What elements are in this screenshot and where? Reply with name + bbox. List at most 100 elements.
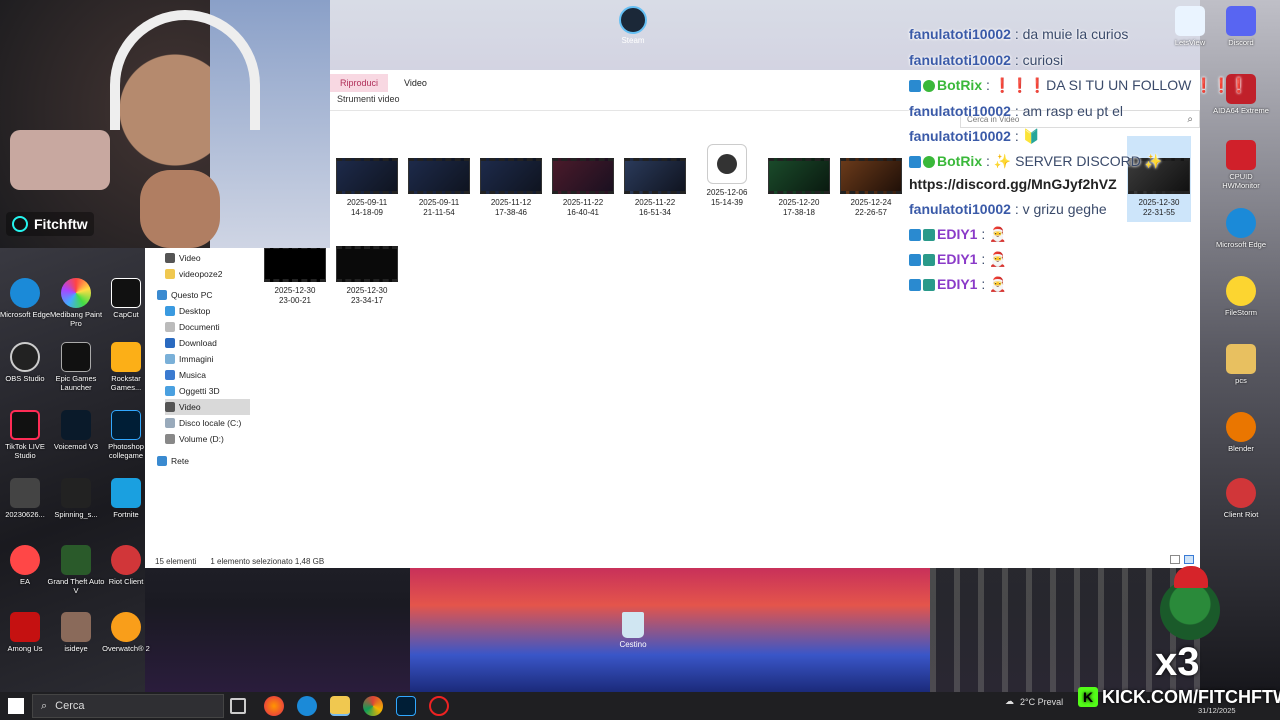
details-view-icon[interactable]	[1170, 555, 1180, 564]
chat-discord-link[interactable]: https://discord.gg/MnGJyf2hVZ	[909, 176, 1117, 192]
nav-label: Disco locale (C:)	[179, 418, 242, 428]
file-item-selected[interactable]: 2025-12-30 22-31-55	[1127, 136, 1191, 222]
kick-url-overlay: K KICK.COM/FITCHFTW	[1072, 684, 1280, 710]
webcam-pillow	[10, 130, 110, 190]
file-date: 2025-09-11	[346, 198, 388, 207]
nav-item-immagini[interactable]: Immagini	[165, 351, 250, 367]
file-item[interactable]: 2025-12-24 22-26-57	[839, 158, 903, 218]
file-item[interactable]: 2025-09-11 21-11-54	[407, 158, 471, 218]
file-item[interactable]: 2025-12-20 17-38-18	[767, 158, 831, 218]
tab-riproduci[interactable]: Riproduci	[330, 74, 389, 92]
desktop-icon-fortnite[interactable]: Fortnite	[96, 478, 156, 519]
desktop-icon-label: Microsoft Edge	[1215, 240, 1267, 249]
desktop-icon-label: Microsoft Edge	[0, 310, 51, 319]
file-time: 22-31-55	[1142, 208, 1176, 217]
nav-item-video[interactable]: Video	[165, 250, 250, 266]
desktop-icon-discord[interactable]: Discord	[1211, 6, 1271, 47]
nav-item-questo-pc[interactable]: Questo PC	[157, 287, 242, 303]
desktop-icon-label: Voicemod V3	[53, 442, 99, 451]
desktop-icon-recycle-bin[interactable]: Cestino	[613, 612, 653, 649]
nav-item-documenti[interactable]: Documenti	[165, 319, 250, 335]
bot-badge-icon	[909, 80, 921, 93]
desktop-icon-label: LetsView	[1174, 38, 1206, 47]
file-date: 2025-09-11	[418, 198, 460, 207]
chat-username: fanulatoti10002	[909, 128, 1011, 144]
video-thumbnail	[336, 158, 398, 194]
nav-item-disco-c[interactable]: Disco locale (C:)	[165, 415, 250, 431]
desktop-icon-photoshop[interactable]: Photoshop collegame	[96, 410, 156, 460]
firefox-icon[interactable]	[264, 696, 284, 716]
file-item[interactable]: 2025-11-12 17-38-46	[479, 158, 543, 218]
ea-icon	[10, 545, 40, 575]
tiktok-icon	[12, 216, 28, 232]
tab-video[interactable]: Video	[394, 74, 437, 92]
taskbar-search-label: Cerca	[55, 700, 85, 712]
file-item[interactable]: 2025-09-11 14-18-09	[335, 158, 399, 218]
nav-item-download[interactable]: Download	[165, 335, 250, 351]
kick-url-text: KICK.COM/FITCHFTW	[1102, 686, 1280, 707]
desktop-icon-rockstar[interactable]: Rockstar Games...	[96, 342, 156, 392]
nav-item-desktop[interactable]: Desktop	[165, 303, 250, 319]
nav-item-videopoze2[interactable]: videopoze2	[165, 266, 250, 282]
video-thumbnail	[552, 158, 614, 194]
file-time: 16-40-41	[566, 208, 600, 217]
desktop-icon-hwmonitor[interactable]: CPUID HWMonitor	[1211, 140, 1271, 190]
ribbon-subtab-video-tools[interactable]: Strumenti video	[337, 94, 400, 104]
taskbar-search[interactable]: ⌕ Cerca	[32, 694, 224, 718]
capcut-icon	[111, 278, 141, 308]
desktop-icon-capcut[interactable]: CapCut	[96, 278, 156, 319]
large-icons-view-icon[interactable]	[1184, 555, 1194, 564]
video-thumbnail	[480, 158, 542, 194]
system-tray: ☁ 2°C Preval	[1005, 696, 1063, 707]
chrome-icon[interactable]	[363, 696, 383, 716]
nav-item-rete[interactable]: Rete	[157, 453, 242, 469]
chat-text: :	[1014, 128, 1019, 144]
file-explorer-icon[interactable]	[330, 696, 350, 716]
desktop-icon-label: TikTok LIVE Studio	[5, 442, 45, 460]
weather-text[interactable]: 2°C Preval	[1020, 697, 1063, 707]
photoshop-icon[interactable]	[396, 696, 416, 716]
edge-icon	[1226, 208, 1256, 238]
search-icon: ⌕	[41, 699, 48, 712]
medibang-icon	[61, 278, 91, 308]
file-item[interactable]: 2025-11-22 16-40-41	[551, 158, 615, 218]
drive-icon	[165, 418, 175, 428]
task-view-icon[interactable]	[230, 698, 246, 714]
desktop-icon-riot[interactable]: Riot Client	[96, 545, 156, 586]
desktop-icon-edge-right[interactable]: Microsoft Edge	[1211, 208, 1271, 249]
desktop-icon-label: FileStorm	[1224, 308, 1258, 317]
nav-label: Questo PC	[171, 290, 213, 300]
desktop-icon-label: CapCut	[113, 310, 139, 319]
edge-icon[interactable]	[297, 696, 317, 716]
webcam-overlay: Fitchftw	[0, 0, 330, 248]
file-item[interactable]: 2025-11-22 16-51-34	[623, 158, 687, 218]
nav-item-musica[interactable]: Musica	[165, 367, 250, 383]
desktop-icon-overwatch[interactable]: Overwatch® 2	[96, 612, 156, 653]
wallpaper-sea	[410, 568, 930, 692]
riot-icon	[1226, 478, 1256, 508]
nav-item-volume-d[interactable]: Volume (D:)	[165, 431, 250, 447]
video-folder-icon	[165, 253, 175, 263]
steam-desktop-icon[interactable]: Steam	[613, 6, 653, 45]
desktop-icon-label: Client Riot	[1223, 510, 1259, 519]
nav-item-oggetti-3d[interactable]: Oggetti 3D	[165, 383, 250, 399]
video-thumbnail	[408, 158, 470, 194]
weather-icon: ☁	[1005, 696, 1014, 706]
desktop-icon-blender[interactable]: Blender	[1211, 412, 1271, 453]
og-badge-icon	[923, 229, 935, 242]
windows-start-icon[interactable]	[8, 698, 24, 714]
desktop-icon-pcs[interactable]: pcs	[1211, 344, 1271, 385]
nav-item-video-selected[interactable]: Video	[165, 399, 250, 415]
recording-app-icon[interactable]	[429, 696, 449, 716]
folder-icon	[1226, 344, 1256, 374]
file-item[interactable]: 2025-12-30 23-34-17	[335, 246, 399, 306]
steam-icon	[619, 6, 647, 34]
file-item[interactable]: 2025-12-30 23-00-21	[263, 246, 327, 306]
nav-label: Oggetti 3D	[179, 386, 220, 396]
voicemod-icon	[61, 410, 91, 440]
og-badge-icon	[923, 254, 935, 267]
file-item[interactable]: 2025-12-06 15-14-39	[695, 144, 759, 208]
desktop-icon-filestorm[interactable]: FileStorm	[1211, 276, 1271, 317]
desktop-icon-client-riot[interactable]: Client Riot	[1211, 478, 1271, 519]
download-icon	[165, 338, 175, 348]
